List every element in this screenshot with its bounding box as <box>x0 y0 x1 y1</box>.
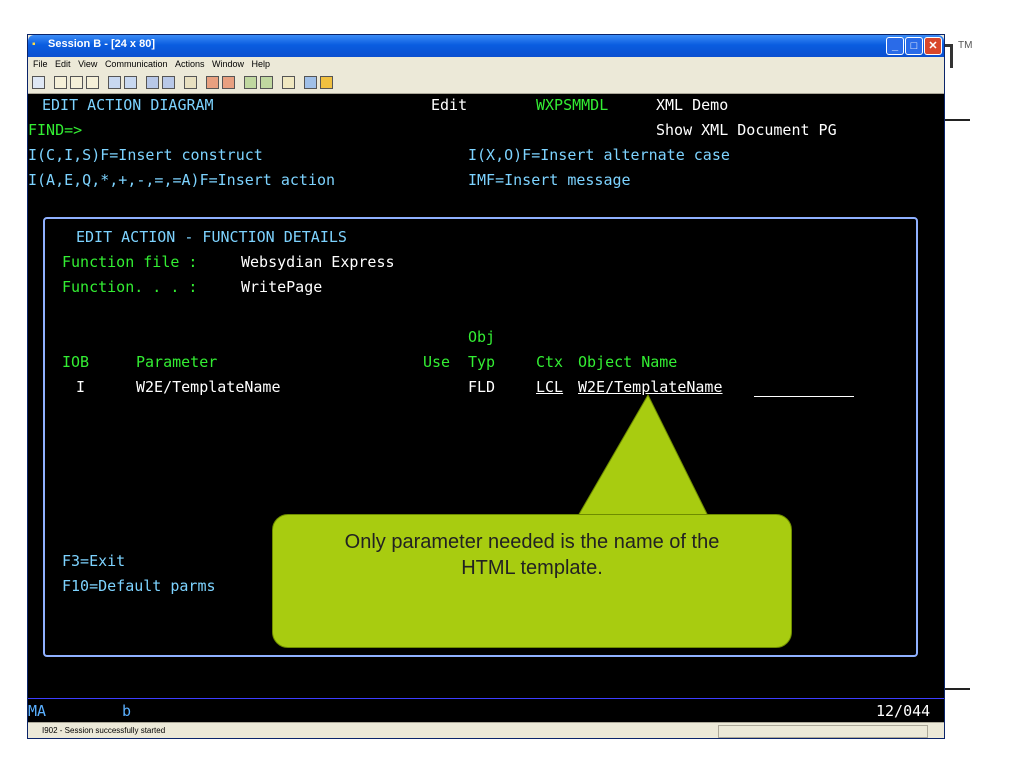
f10-default-parms-key[interactable]: F10=Default parms <box>62 577 216 595</box>
callout-text-line2: HTML template. <box>461 557 603 579</box>
clipboard-icon[interactable] <box>282 76 295 89</box>
hint-insert-construct: I(C,I,S)F=Insert construct <box>28 146 263 164</box>
panel-title: EDIT ACTION - FUNCTION DETAILS <box>76 228 347 246</box>
hint-insert-alternate: I(X,O)F=Insert alternate case <box>468 146 730 164</box>
menu-edit[interactable]: Edit <box>55 59 71 69</box>
row-parameter: W2E/TemplateName <box>136 378 281 396</box>
header-function: Show XML Document PG <box>656 121 837 139</box>
status-b-indicator: b <box>122 702 132 720</box>
print-screen-icon[interactable] <box>32 76 45 89</box>
f3-exit-key[interactable]: F3=Exit <box>62 552 125 570</box>
globe-icon[interactable] <box>304 76 317 89</box>
menu-help[interactable]: Help <box>252 59 271 69</box>
column-ctx: Ctx <box>536 353 564 371</box>
transfer-icon[interactable] <box>244 76 257 89</box>
menu-window[interactable]: Window <box>212 59 244 69</box>
screen-title: EDIT ACTION DIAGRAM <box>42 96 214 114</box>
cursor-position: 12/044 <box>876 702 931 720</box>
find-prompt[interactable]: FIND=> <box>28 121 82 139</box>
column-obj: Obj <box>468 328 496 346</box>
minimize-button[interactable]: _ <box>886 37 904 55</box>
trademark-mark: TM <box>958 40 973 51</box>
menu-bar: File Edit View Communication Actions Win… <box>28 57 944 73</box>
hint-insert-message: IMF=Insert message <box>468 171 631 189</box>
column-parameter: Parameter <box>136 353 218 371</box>
transfer-receive-icon[interactable] <box>260 76 273 89</box>
function-file-value: Websydian Express <box>241 253 395 271</box>
window-status-bar: I902 - Session successfully started <box>28 722 944 738</box>
row-type: FLD <box>468 378 496 396</box>
column-typ: Typ <box>468 353 496 371</box>
menu-communication[interactable]: Communication <box>105 59 168 69</box>
maximize-button[interactable]: □ <box>905 37 923 55</box>
play-macro-icon[interactable] <box>222 76 235 89</box>
slide-decoration-line <box>944 688 970 690</box>
macro-icon[interactable] <box>184 76 197 89</box>
function-label: Function. . . : <box>62 278 198 296</box>
menu-file[interactable]: File <box>33 59 48 69</box>
object-name-field-underline <box>754 396 854 397</box>
column-iob: IOB <box>62 353 90 371</box>
pencil-icon[interactable] <box>320 76 333 89</box>
menu-actions[interactable]: Actions <box>175 59 205 69</box>
column-use: Use <box>423 353 451 371</box>
paste-icon[interactable] <box>86 76 99 89</box>
callout-box: Only parameter needed is the name of the… <box>272 514 792 648</box>
status-ma-indicator: MA <box>28 702 47 720</box>
close-button[interactable]: ✕ <box>924 37 942 55</box>
row-iob: I <box>76 378 86 396</box>
slide-decoration-top <box>945 44 953 68</box>
function-file-label: Function file : <box>62 253 198 271</box>
display-icon[interactable] <box>146 76 159 89</box>
session-app-icon: ▪ <box>32 39 36 50</box>
menu-view[interactable]: View <box>78 59 97 69</box>
header-model: XML Demo <box>656 96 729 114</box>
callout-text-line1: Only parameter needed is the name of the <box>344 531 720 553</box>
screen-mode: Edit <box>431 96 468 114</box>
row-object-name-field[interactable]: W2E/TemplateName <box>578 378 723 396</box>
receive-icon[interactable] <box>124 76 137 89</box>
row-context-field[interactable]: LCL <box>536 378 563 396</box>
copy-icon[interactable] <box>70 76 83 89</box>
column-object-name: Object Name <box>578 353 678 371</box>
program-name: WXPSMMDL <box>536 96 609 114</box>
status-panel <box>718 725 928 738</box>
function-value: WritePage <box>241 278 323 296</box>
slide-decoration-line <box>944 119 970 121</box>
record-macro-icon[interactable] <box>206 76 219 89</box>
title-bar[interactable]: ▪ Session B - [24 x 80] _ □ ✕ <box>28 35 944 57</box>
status-message: I902 - Session successfully started <box>42 726 166 735</box>
hint-insert-action: I(A,E,Q,*,+,-,=,=A)F=Insert action <box>28 171 336 189</box>
operator-info-area <box>28 698 944 723</box>
window-title: Session B - [24 x 80] <box>48 38 155 50</box>
toolbar <box>28 73 944 94</box>
send-icon[interactable] <box>108 76 121 89</box>
keyboard-icon[interactable] <box>162 76 175 89</box>
cut-icon[interactable] <box>54 76 67 89</box>
